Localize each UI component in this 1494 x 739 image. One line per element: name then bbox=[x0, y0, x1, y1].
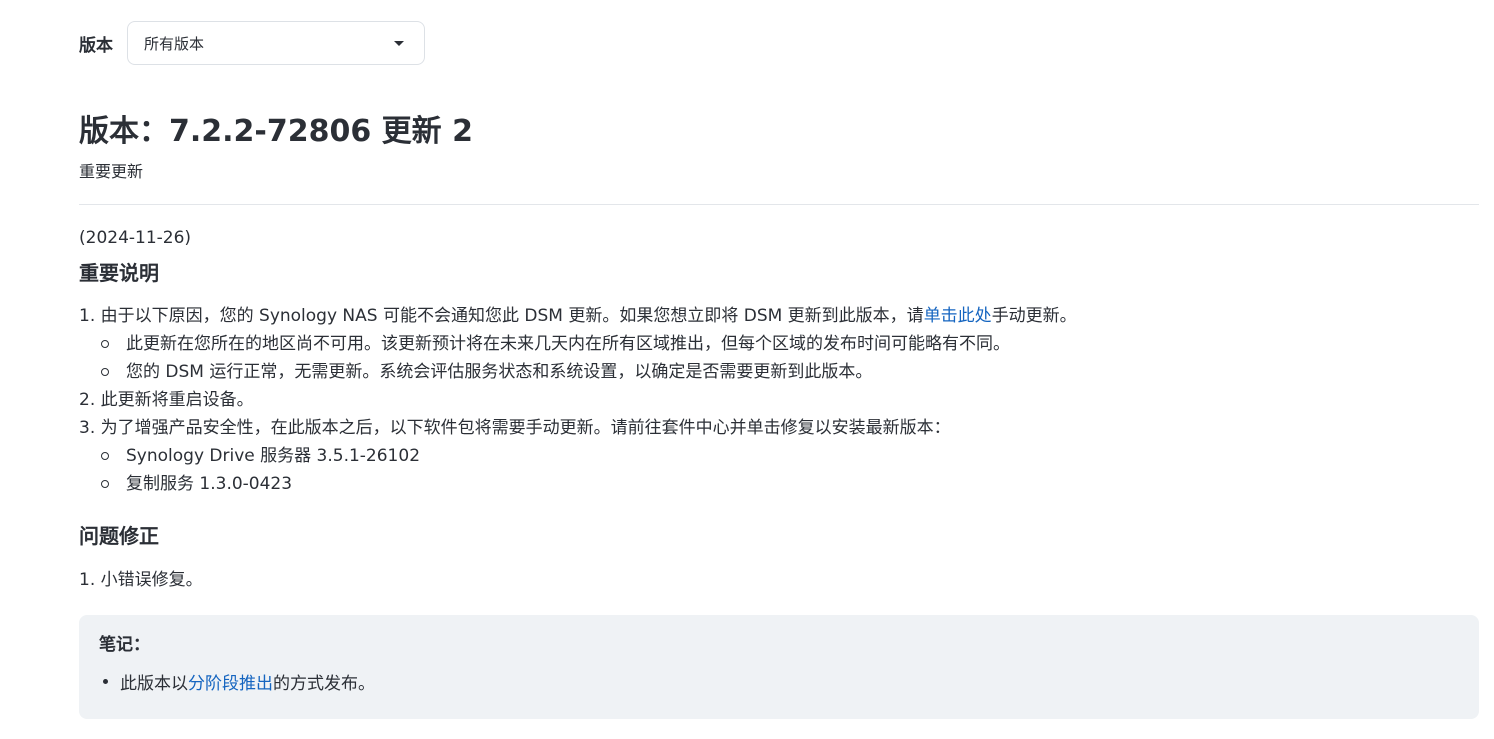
bullet-icon bbox=[103, 678, 108, 684]
release-date: (2024-11-26) bbox=[79, 228, 192, 248]
important-notes-heading: 重要说明 bbox=[79, 261, 159, 285]
list-item: 1. 小错误修复。 bbox=[79, 570, 203, 590]
important-notes-list: 1. 由于以下原因，您的 Synology NAS 可能不会通知您此 DSM 更… bbox=[79, 302, 1077, 498]
version-select[interactable]: 所有版本 bbox=[127, 21, 425, 65]
version-select-value: 所有版本 bbox=[144, 34, 205, 53]
manual-update-link[interactable]: 单击此处 bbox=[924, 306, 992, 326]
caret-down-icon bbox=[394, 40, 404, 46]
version-title: 版本：7.2.2-72806 更新 2 bbox=[79, 114, 473, 149]
circle-bullet-icon bbox=[101, 452, 109, 460]
list-item: 2. 此更新将重启设备。 bbox=[79, 390, 254, 410]
note-label: 笔记： bbox=[99, 635, 150, 655]
version-subtitle: 重要更新 bbox=[79, 162, 144, 181]
list-item: 1. 由于以下原因，您的 Synology NAS 可能不会通知您此 DSM 更… bbox=[79, 302, 1077, 330]
sub-list-item-text: Synology Drive 服务器 3.5.1-26102 bbox=[126, 446, 421, 466]
sub-list-item: 此更新在您所在的地区尚不可用。该更新预计将在未来几天内在所有区域推出，但每个区域… bbox=[79, 330, 1077, 358]
list-item-text: 1. 由于以下原因，您的 Synology NAS 可能不会通知您此 DSM 更… bbox=[79, 306, 924, 326]
list-item: 3. 为了增强产品安全性，在此版本之后，以下软件包将需要手动更新。请前往套件中心… bbox=[79, 418, 951, 438]
sub-list-item-text: 复制服务 1.3.0-0423 bbox=[126, 474, 293, 494]
circle-bullet-icon bbox=[101, 340, 109, 348]
sub-list-item: 复制服务 1.3.0-0423 bbox=[79, 470, 1077, 498]
version-filter-label: 版本 bbox=[79, 35, 113, 56]
fixed-issues-heading: 问题修正 bbox=[79, 524, 159, 548]
list-item-text: 手动更新。 bbox=[991, 306, 1077, 326]
divider bbox=[79, 204, 1479, 205]
note-box: 笔记： 此版本以 分阶段推出 的方式发布。 bbox=[79, 615, 1479, 719]
sub-list-item-text: 此更新在您所在的地区尚不可用。该更新预计将在未来几天内在所有区域推出，但每个区域… bbox=[126, 334, 1010, 354]
circle-bullet-icon bbox=[101, 480, 109, 488]
note-text: 此版本以 bbox=[120, 673, 188, 694]
sub-list-item-text: 您的 DSM 运行正常，无需更新。系统会评估服务状态和系统设置，以确定是否需要更… bbox=[126, 362, 873, 382]
version-filter: 版本 所有版本 bbox=[79, 20, 425, 66]
note-item: 此版本以 分阶段推出 的方式发布。 bbox=[99, 669, 1459, 694]
sub-list-item: Synology Drive 服务器 3.5.1-26102 bbox=[79, 442, 1077, 470]
note-text: 的方式发布。 bbox=[273, 673, 375, 694]
circle-bullet-icon bbox=[101, 368, 109, 376]
phased-rollout-link[interactable]: 分阶段推出 bbox=[188, 669, 273, 694]
fixed-issues-list: 1. 小错误修复。 bbox=[79, 566, 203, 594]
sub-list-item: 您的 DSM 运行正常，无需更新。系统会评估服务状态和系统设置，以确定是否需要更… bbox=[79, 358, 1077, 386]
